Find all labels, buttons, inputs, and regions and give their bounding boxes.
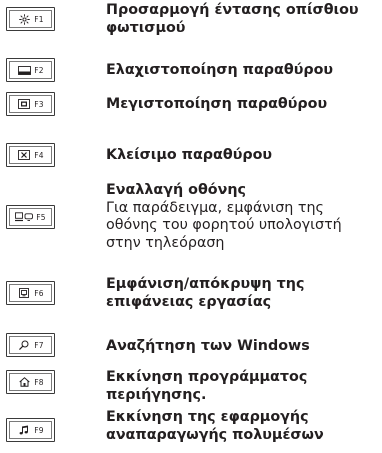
- f6-description: Εμφάνιση/απόκρυψη της επιφάνειας εργασία…: [106, 276, 378, 311]
- key-label: F7: [34, 340, 44, 350]
- key-label: F4: [34, 150, 44, 160]
- f2-key: F2: [6, 58, 55, 82]
- f3-description: Μεγιστοποίηση παραθύρου: [106, 96, 378, 114]
- f3-key: F3: [6, 92, 55, 116]
- music-note-icon: [17, 425, 31, 435]
- f5-key: F5: [6, 205, 55, 229]
- f8-description: Εκκίνηση προγράμματος περιήγησης.: [106, 369, 378, 404]
- f8-key: F8: [6, 370, 55, 394]
- key-label: F3: [34, 99, 44, 109]
- key-label: F1: [34, 14, 44, 24]
- maximize-window-icon: [17, 99, 31, 109]
- f5-title: Εναλλαγή οθόνης: [106, 182, 246, 198]
- display-switch-icon: [15, 212, 34, 222]
- key-label: F9: [34, 425, 44, 435]
- f4-key: F4: [6, 143, 55, 167]
- f5-detail: Για παράδειγμα, εμφάνιση της οθόνης του …: [106, 199, 342, 251]
- search-icon: [17, 340, 31, 350]
- f9-key: F9: [6, 418, 55, 442]
- f4-description: Κλείσιμο παραθύρου: [106, 147, 378, 165]
- key-label: F5: [36, 212, 46, 222]
- key-label: F2: [34, 65, 44, 75]
- f7-description: Αναζήτηση των Windows: [106, 338, 378, 356]
- f3-title: Μεγιστοποίηση παραθύρου: [106, 96, 328, 112]
- f6-title: Εμφάνιση/απόκρυψη της επιφάνειας εργασία…: [106, 276, 305, 310]
- f4-title: Κλείσιμο παραθύρου: [106, 147, 273, 163]
- f9-title: Εκκίνηση της εφαρμογής αναπαραγωγής πολυ…: [106, 409, 324, 443]
- f2-description: Ελαχιστοποίηση παραθύρου: [106, 62, 378, 80]
- f2-title: Ελαχιστοποίηση παραθύρου: [106, 62, 334, 78]
- f7-title: Αναζήτηση των Windows: [106, 338, 310, 354]
- key-label: F6: [34, 288, 44, 298]
- f7-key: F7: [6, 333, 55, 357]
- close-window-icon: [17, 150, 31, 160]
- f6-key: F6: [6, 281, 55, 305]
- f9-description: Εκκίνηση της εφαρμογής αναπαραγωγής πολυ…: [106, 409, 378, 444]
- brightness-icon: [17, 13, 31, 25]
- f5-description: Εναλλαγή οθόνης Για παράδειγμα, εμφάνιση…: [106, 182, 378, 252]
- minimize-window-icon: [17, 65, 31, 75]
- f1-title: Προσαρμογή έντασης οπίσθιου φωτισμού: [106, 2, 359, 36]
- f1-description: Προσαρμογή έντασης οπίσθιου φωτισμού: [106, 2, 378, 37]
- show-desktop-icon: [17, 288, 31, 298]
- key-label: F8: [34, 377, 44, 387]
- home-icon: [17, 377, 31, 387]
- f1-key: F1: [6, 7, 55, 31]
- f8-title: Εκκίνηση προγράμματος περιήγησης.: [106, 369, 308, 403]
